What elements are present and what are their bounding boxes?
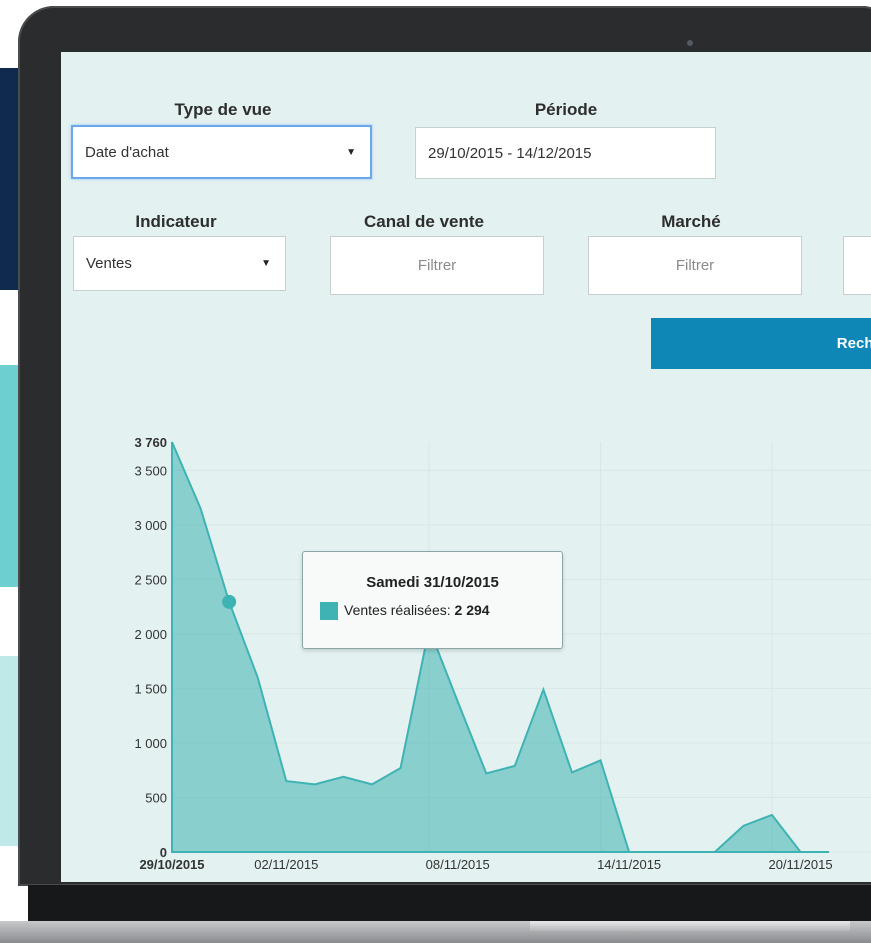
sales-area-chart: 05001 0001 5002 0002 5003 0003 5003 760 … — [134, 435, 871, 872]
y-tick-label: 1 500 — [134, 681, 167, 696]
tooltip-value: 2 294 — [454, 602, 490, 618]
x-tick-label: 14/11/2015 — [597, 857, 661, 872]
x-tick-label: 29/10/2015 — [139, 857, 204, 872]
x-tick-label: 02/11/2015 — [254, 857, 318, 872]
chart-tooltip: Samedi 31/10/2015 Ventes réalisées: 2 29… — [302, 551, 563, 649]
highlighted-data-point — [222, 594, 237, 609]
y-tick-label: 1 000 — [134, 736, 167, 751]
chart-x-ticks: 29/10/2015 02/11/2015 08/11/2015 14/11/2015… — [139, 857, 832, 872]
tooltip-title: Samedi 31/10/2015 — [366, 574, 499, 591]
screen: Type de vue Date d'achat ▼ Période 29/10… — [61, 52, 871, 882]
y-tick-label: 2 500 — [134, 572, 167, 587]
x-tick-label: 20/11/2015 — [768, 857, 832, 872]
x-tick-label: 08/11/2015 — [426, 857, 490, 872]
laptop-base-notch — [530, 921, 850, 931]
tooltip-series-line: Ventes réalisées: 2 294 — [344, 602, 490, 618]
y-tick-label: 2 000 — [134, 627, 167, 642]
chart-points — [222, 594, 237, 609]
tooltip-series-label: Ventes réalisées: — [344, 602, 451, 618]
camera-dot — [687, 40, 693, 46]
y-tick-label: 3 500 — [134, 463, 167, 478]
laptop-bezel-bottom — [28, 885, 871, 921]
tooltip-legend-swatch — [320, 602, 338, 620]
chart-y-ticks: 05001 0001 5002 0002 5003 0003 5003 760 — [134, 435, 167, 860]
y-tick-label: 3 760 — [134, 435, 167, 450]
y-tick-label: 3 000 — [134, 518, 167, 533]
y-tick-label: 500 — [145, 790, 167, 805]
